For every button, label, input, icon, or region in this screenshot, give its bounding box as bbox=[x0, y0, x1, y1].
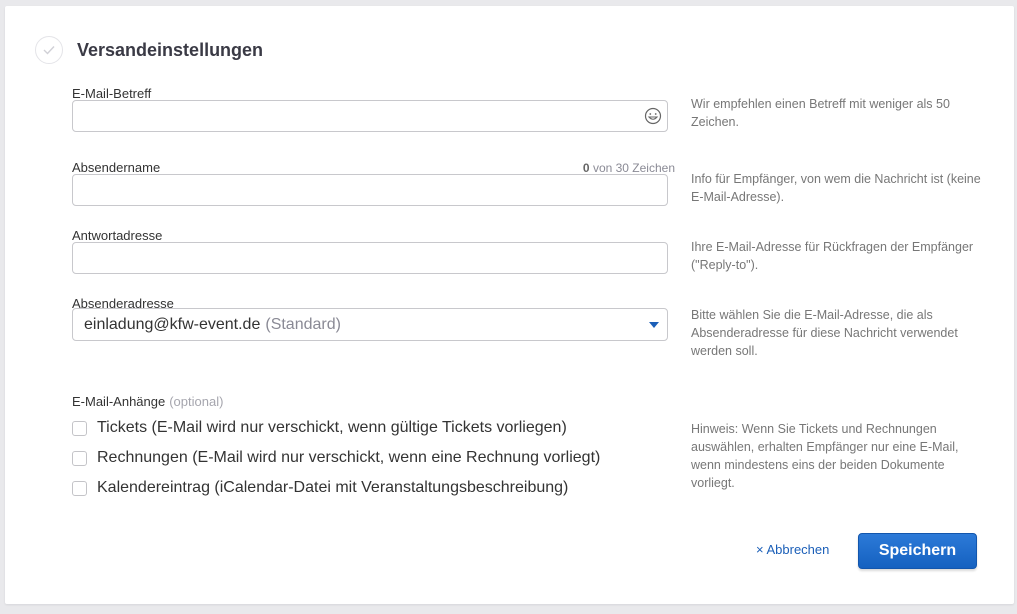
sender-address-select[interactable]: einladung@kfw-event.de (Standard) bbox=[72, 308, 668, 341]
character-counter: 0 von 30 Zeichen bbox=[583, 161, 675, 175]
invoices-checkbox[interactable] bbox=[72, 450, 87, 466]
subject-label: E-Mail-Betreff bbox=[72, 86, 152, 101]
attachments-title: E-Mail-Anhänge bbox=[72, 394, 166, 409]
calendar-label: Kalendereintrag (iCalendar-Datei mit Ver… bbox=[97, 479, 569, 496]
tickets-label: Tickets (E-Mail wird nur verschickt, wen… bbox=[97, 419, 567, 436]
counter-count: 0 bbox=[582, 161, 590, 175]
save-button[interactable]: Speichern bbox=[858, 533, 977, 569]
tickets-checkbox[interactable] bbox=[72, 420, 87, 436]
reply-to-input[interactable] bbox=[72, 242, 668, 274]
sender-name-input[interactable] bbox=[72, 174, 668, 206]
attachment-option-calendar[interactable]: Kalendereintrag (iCalendar-Datei mit Ver… bbox=[72, 479, 568, 497]
calendar-checkbox[interactable] bbox=[72, 480, 87, 496]
section-header: Versandeinstellungen bbox=[35, 36, 263, 64]
reply-to-help: Ihre E-Mail-Adresse für Rückfragen der E… bbox=[691, 240, 974, 272]
counter-suffix: von 30 Zeichen bbox=[589, 161, 675, 175]
attachments-label: E-Mail-Anhänge (optional) bbox=[72, 394, 223, 409]
attachments-help: Hinweis: Wenn Sie Tickets und Rechnungen… bbox=[691, 422, 959, 490]
standard-tag: (Standard) bbox=[265, 315, 341, 333]
attachment-option-invoices[interactable]: Rechnungen (E-Mail wird nur verschickt, … bbox=[72, 449, 600, 467]
attachment-option-tickets[interactable]: Tickets (E-Mail wird nur verschickt, wen… bbox=[72, 419, 567, 437]
cancel-button[interactable]: × Abbrechen bbox=[756, 542, 829, 557]
subject-input[interactable] bbox=[72, 100, 668, 132]
sender-name-help: Info für Empfänger, von wem die Nachrich… bbox=[691, 172, 981, 204]
page-title: Versandeinstellungen bbox=[77, 39, 264, 60]
sender-name-label: Absendername bbox=[72, 160, 161, 175]
dropdown-caret-icon bbox=[649, 322, 659, 328]
optional-tag: (optional) bbox=[169, 394, 224, 409]
reply-to-label: Antwortadresse bbox=[72, 228, 163, 243]
selected-address: einladung@kfw-event.de bbox=[84, 315, 261, 333]
emoji-icon[interactable] bbox=[644, 107, 662, 125]
subject-help: Wir empfehlen einen Betreff mit weniger … bbox=[691, 97, 950, 129]
invoices-label: Rechnungen (E-Mail wird nur verschickt, … bbox=[97, 449, 601, 466]
sender-address-help: Bitte wählen Sie die E-Mail-Adresse, die… bbox=[691, 308, 958, 358]
check-icon bbox=[35, 36, 63, 64]
